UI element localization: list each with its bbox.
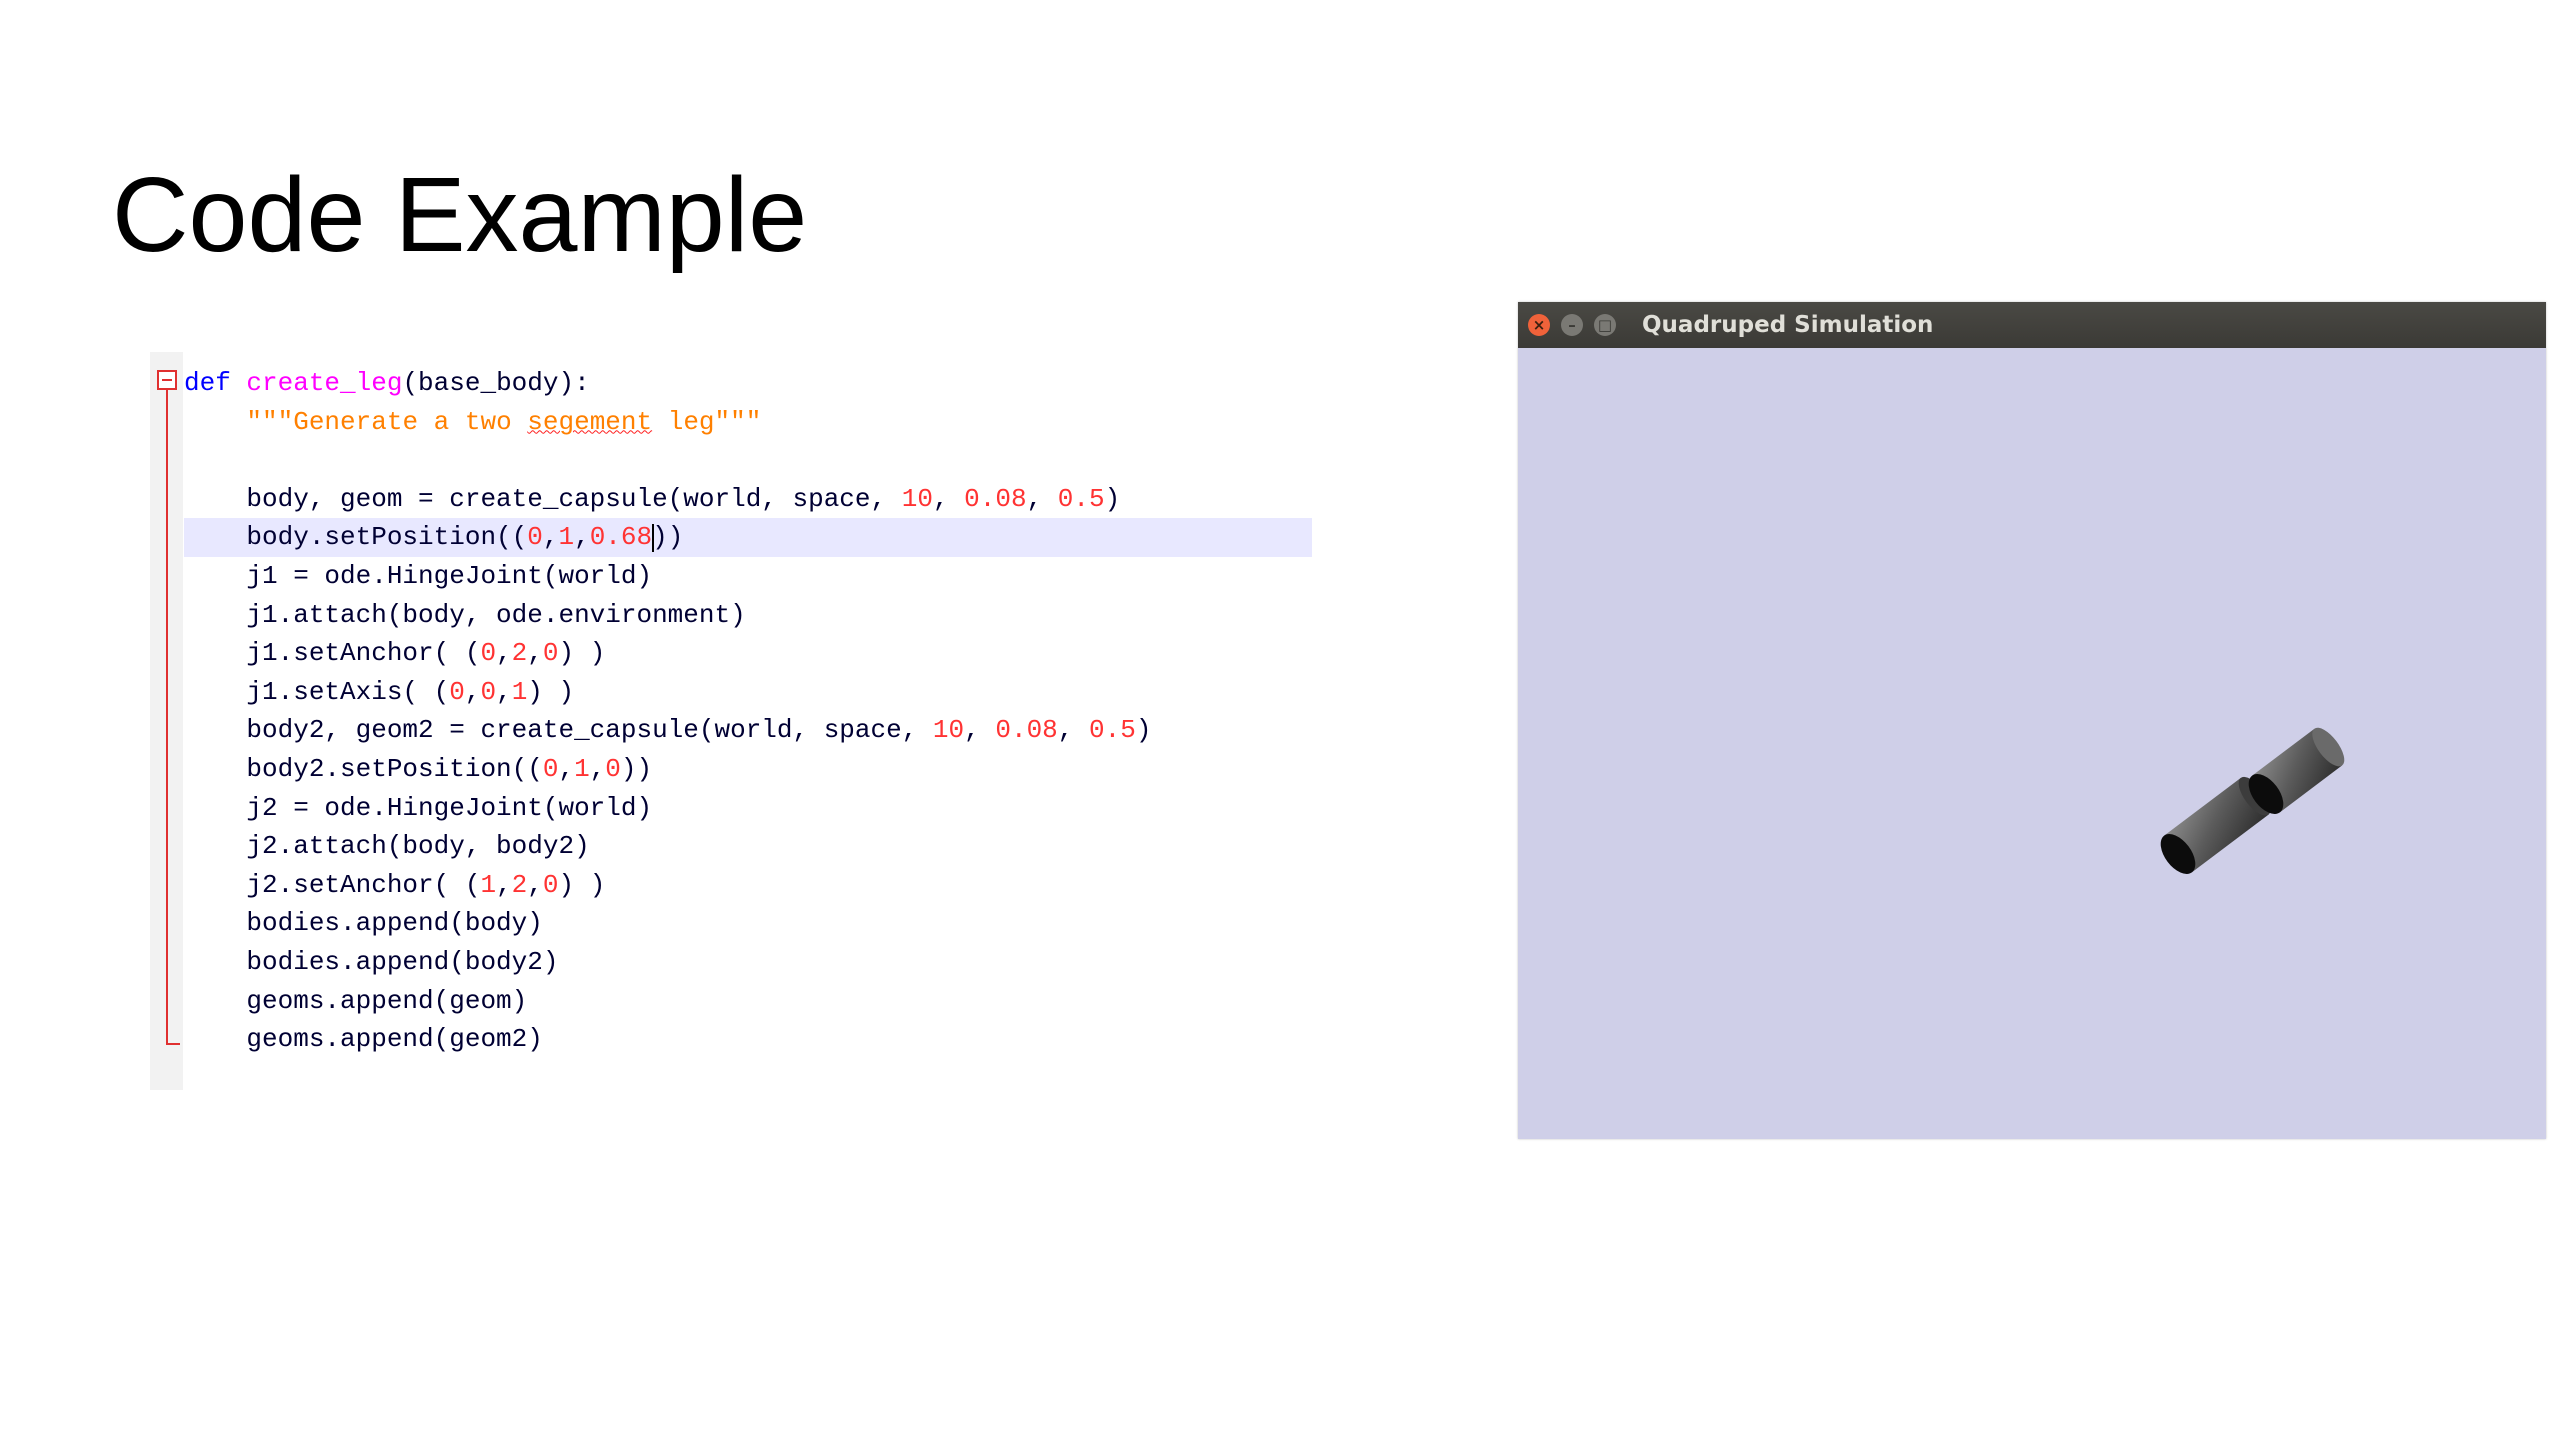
code-token: , [964, 715, 996, 746]
code-token: 0.68 [589, 522, 653, 553]
code-token: , [496, 869, 512, 900]
code-token: 1 [511, 676, 528, 707]
code-line[interactable]: body, geom = create_capsule(world, space… [184, 480, 1310, 519]
code-token: , [496, 676, 512, 707]
code-token: , [589, 753, 606, 784]
code-token: 1 [558, 522, 575, 553]
code-line[interactable]: bodies.append(body) [184, 904, 1310, 943]
code-token: )) [652, 522, 684, 553]
code-token: 0.08 [964, 483, 1027, 514]
code-line[interactable]: j1.setAnchor( (0,2,0) ) [184, 634, 1310, 673]
code-line[interactable]: j2 = ode.HingeJoint(world) [184, 789, 1310, 828]
code-token: body2, geom2 = create_capsule(world, spa… [184, 715, 933, 746]
code-token: 2 [511, 869, 528, 900]
code-line[interactable]: geoms.append(geom2) [184, 1020, 1310, 1059]
code-line[interactable]: def create_leg(base_body): [184, 364, 1310, 403]
simulation-scene [2160, 727, 2345, 874]
code-token: 0 [542, 753, 559, 784]
code-token: , [527, 869, 543, 900]
simulation-viewport[interactable] [1518, 348, 2546, 1139]
code-token: j2.attach(body, body2) [184, 831, 590, 862]
code-token: (base_body): [402, 368, 590, 398]
code-token: , [1057, 715, 1089, 746]
fold-collapse-icon[interactable] [157, 370, 177, 390]
code-token: j1.setAnchor( ( [184, 638, 481, 669]
code-token: body, geom = create_capsule(world, space… [184, 483, 902, 514]
code-token: , [527, 638, 543, 669]
code-token: ) ) [527, 676, 575, 707]
code-token: , [932, 483, 965, 514]
code-token: 0 [542, 638, 559, 669]
code-token: 1 [574, 753, 590, 784]
code-line[interactable]: bodies.append(body2) [184, 943, 1310, 982]
code-token: 2 [511, 638, 528, 669]
minimize-window-button[interactable]: – [1561, 314, 1583, 336]
simulation-window[interactable]: × – □ Quadruped Simulation [1518, 302, 2546, 1139]
code-token: , [558, 753, 575, 784]
fold-range-line [166, 385, 168, 1045]
code-token: bodies.append(body) [184, 908, 543, 939]
code-line[interactable]: j1.setAxis( (0,0,1) ) [184, 673, 1310, 712]
code-line[interactable]: body.setPosition((0,1,0.68)) [184, 518, 1312, 557]
code-line[interactable]: body2, geom2 = create_capsule(world, spa… [184, 711, 1310, 750]
code-token: 0.08 [995, 715, 1058, 746]
maximize-window-button[interactable]: □ [1594, 314, 1616, 336]
code-token: def [184, 368, 231, 398]
window-title: Quadruped Simulation [1642, 312, 1934, 338]
code-token: j1 = ode.HingeJoint(world) [184, 560, 653, 591]
code-token: j1.setAxis( ( [184, 676, 450, 707]
code-line[interactable]: j1.attach(body, ode.environment) [184, 596, 1310, 635]
code-token: ) [1104, 483, 1121, 514]
code-token: 0 [605, 753, 621, 784]
code-line[interactable]: j1 = ode.HingeJoint(world) [184, 557, 1310, 596]
code-token: j2.setAnchor( ( [184, 869, 481, 900]
code-token: """Generate a two [246, 406, 528, 437]
window-titlebar[interactable]: × – □ Quadruped Simulation [1518, 302, 2546, 348]
code-token: 0.5 [1089, 715, 1136, 746]
code-token: leg""" [652, 406, 762, 437]
code-token: 0.5 [1057, 483, 1105, 514]
code-lines[interactable]: def create_leg(base_body): """Generate a… [184, 364, 1312, 1059]
code-editor[interactable]: def create_leg(base_body): """Generate a… [150, 352, 1312, 1090]
code-line[interactable]: body2.setPosition((0,1,0)) [184, 750, 1310, 789]
code-gutter [150, 352, 183, 1090]
code-line[interactable] [184, 441, 1310, 480]
fold-range-end [166, 1043, 180, 1045]
code-token: 0 [527, 522, 543, 553]
code-token: ) [1135, 715, 1152, 746]
slide-title: Code Example [112, 156, 808, 274]
code-token: ) ) [558, 638, 606, 669]
code-token: 0 [542, 869, 559, 900]
code-line[interactable]: j2.setAnchor( (1,2,0) ) [184, 866, 1310, 905]
code-line[interactable]: geoms.append(geom) [184, 982, 1310, 1021]
code-token: j1.attach(body, ode.environment) [184, 599, 746, 630]
code-token: body.setPosition(( [184, 522, 528, 553]
code-token: , [542, 522, 559, 553]
code-token: bodies.append(body2) [184, 946, 559, 977]
code-token: )) [620, 753, 653, 784]
code-token: ) ) [558, 869, 606, 900]
code-token: j2 = ode.HingeJoint(world) [184, 792, 653, 823]
code-token: , [1026, 483, 1058, 514]
code-token: 0 [449, 676, 465, 707]
code-token: geoms.append(geom) [184, 985, 528, 1016]
code-token: 10 [901, 483, 933, 514]
code-token: 0 [480, 638, 497, 669]
code-token: geoms.append(geom2) [184, 1024, 543, 1055]
code-line[interactable]: j2.attach(body, body2) [184, 827, 1310, 866]
code-token: body2.setPosition(( [184, 753, 543, 784]
close-window-button[interactable]: × [1528, 314, 1550, 336]
code-line[interactable]: """Generate a two segement leg""" [184, 403, 1310, 442]
code-token: , [496, 638, 512, 669]
code-token: 1 [480, 869, 497, 900]
code-token: , [464, 676, 481, 707]
code-token: create_leg [246, 368, 403, 398]
code-token: , [574, 522, 590, 553]
code-token: 0 [480, 676, 497, 707]
code-token: 10 [932, 715, 965, 746]
code-token: segement [527, 406, 653, 437]
